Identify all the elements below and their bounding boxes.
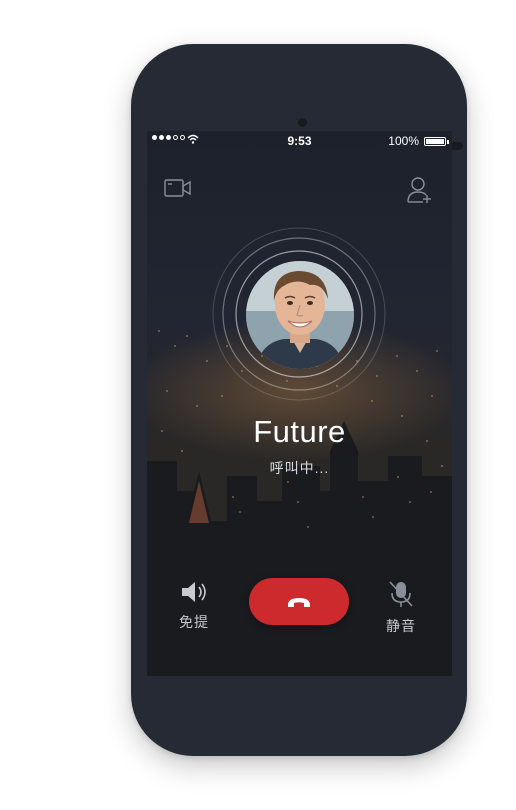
mute-button[interactable]: 静音: [371, 579, 431, 636]
call-screen: 9:53 100% Future 呼叫中... 免提 静音: [147, 131, 452, 676]
phone-hangup-icon: [288, 597, 310, 607]
mute-label: 静音: [386, 618, 416, 634]
speaker-icon: [182, 582, 206, 602]
caller-name: Future: [253, 414, 346, 449]
call-status: 呼叫中...: [269, 460, 330, 476]
speakerphone-label: 免提: [179, 614, 209, 630]
status-bar: 9:53 100%: [147, 131, 452, 151]
hang-up-button[interactable]: [249, 578, 349, 625]
caller-avatar: [246, 261, 354, 369]
battery-icon: [424, 137, 446, 146]
front-camera: [298, 118, 307, 127]
battery-percent: 100%: [388, 134, 419, 148]
speakerphone-button[interactable]: 免提: [164, 579, 224, 632]
video-camera-icon[interactable]: [163, 177, 193, 199]
mic-muted-icon: [389, 581, 413, 607]
add-user-icon[interactable]: [405, 175, 435, 205]
